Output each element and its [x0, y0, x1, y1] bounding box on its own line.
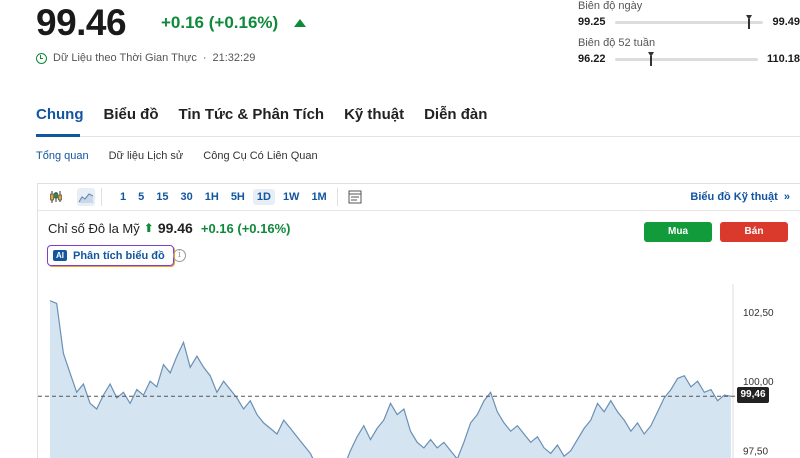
- week52-range-high: 110.18: [766, 53, 800, 65]
- sell-button[interactable]: Bán: [720, 222, 788, 242]
- current-price-tag: 99,46: [737, 387, 769, 404]
- ai-badge-icon: AI: [53, 250, 67, 261]
- week52-range-low: 96.22: [578, 53, 606, 65]
- week52-range-bar: [614, 51, 758, 66]
- timeframe-1m[interactable]: 1M: [307, 189, 330, 205]
- realtime-label: Dữ Liệu theo Thời Gian Thực: [53, 52, 197, 64]
- day-range-marker: [745, 14, 752, 29]
- price-chart[interactable]: 102,50100,0097,50: [38, 284, 800, 458]
- tab-overview[interactable]: Chung: [36, 106, 83, 123]
- realtime-time: 21:32:29: [212, 52, 256, 64]
- price-area-fill: [50, 300, 731, 458]
- instrument-header: Chỉ số Đô la Mỹ ⬆ 99.46 +0.16 (+0.16%): [48, 220, 290, 236]
- chart-toolbar: 1 5 15 30 1H 5H 1D 1W 1M Biểu đồ Kỹ thuậ…: [38, 184, 800, 211]
- y-tick-label: 102,50: [743, 308, 774, 319]
- current-price: 99.46: [36, 2, 127, 43]
- day-range-label: Biên độ ngày: [578, 0, 643, 12]
- tab-forum[interactable]: Diễn đàn: [424, 106, 487, 123]
- timeframe-30[interactable]: 30: [177, 189, 197, 205]
- subtab-historical-data[interactable]: Dữ liệu Lịch sử: [109, 150, 184, 162]
- up-arrow-icon: ⬆: [143, 221, 154, 235]
- clock-icon: [36, 52, 47, 64]
- instrument-name: Chỉ số Đô la Mỹ: [48, 220, 140, 236]
- toolbar-separator: [101, 188, 102, 206]
- instrument-value: 99.46: [157, 220, 193, 236]
- indicator-icon[interactable]: [346, 188, 364, 206]
- y-tick-label: 97,50: [743, 447, 768, 458]
- active-tab-underline: [36, 134, 80, 137]
- instrument-change: +0.16 (+0.16%): [200, 220, 291, 236]
- timeframe-1[interactable]: 1: [116, 189, 130, 205]
- candlestick-icon[interactable]: [47, 188, 65, 206]
- chart-widget: 1 5 15 30 1H 5H 1D 1W 1M Biểu đồ Kỹ thuậ…: [37, 183, 800, 458]
- day-range-high: 99.49: [772, 16, 800, 28]
- tab-chart[interactable]: Biểu đồ: [103, 106, 158, 123]
- area-chart-icon[interactable]: [77, 188, 95, 206]
- timeframe-5[interactable]: 5: [134, 189, 148, 205]
- timeframe-1d[interactable]: 1D: [252, 189, 275, 205]
- tabs-divider: [36, 136, 800, 137]
- timeframe-15[interactable]: 15: [152, 189, 172, 205]
- subtab-summary[interactable]: Tổng quan: [36, 150, 89, 162]
- tab-technical[interactable]: Kỹ thuật: [344, 106, 404, 123]
- day-range: Biên độ ngày 99.25 99.49: [578, 0, 800, 29]
- timeframe-5h[interactable]: 5H: [227, 189, 249, 205]
- ai-chart-analysis-label: Phân tích biểu đồ: [73, 249, 165, 262]
- toolbar-separator: [336, 188, 338, 206]
- technical-chart-link[interactable]: Biểu đồ Kỹ thuật »: [690, 191, 790, 203]
- buy-button[interactable]: Mua: [644, 222, 712, 242]
- day-range-low: 99.25: [578, 16, 606, 28]
- timeframe-1h[interactable]: 1H: [201, 189, 223, 205]
- subtab-related-tools[interactable]: Công Cụ Có Liên Quan: [203, 150, 317, 162]
- tab-news-analysis[interactable]: Tin Tức & Phân Tích: [178, 106, 324, 123]
- day-range-bar: [614, 14, 764, 29]
- info-icon[interactable]: i: [173, 249, 186, 262]
- double-chevron-icon: »: [783, 191, 790, 203]
- timeframe-selector: 1 5 15 30 1H 5H 1D 1W 1M: [116, 189, 331, 205]
- week52-range: Biên độ 52 tuần 96.22 110.18: [578, 37, 800, 66]
- week52-range-label: Biên độ 52 tuần: [578, 37, 656, 49]
- ai-chart-analysis-button[interactable]: AI Phân tích biểu đồ: [47, 245, 174, 266]
- realtime-info: Dữ Liệu theo Thời Gian Thực · 21:32:29: [36, 52, 255, 64]
- price-change: +0.16 (+0.16%): [161, 13, 279, 32]
- timeframe-1w[interactable]: 1W: [279, 189, 304, 205]
- up-triangle-icon: [294, 19, 306, 27]
- week52-range-marker: [647, 51, 654, 66]
- sub-tabs: Tổng quan Dữ liệu Lịch sử Công Cụ Có Liê…: [36, 150, 318, 162]
- time-separator: ·: [202, 52, 207, 64]
- main-tabs: Chung Biểu đồ Tin Tức & Phân Tích Kỹ thu…: [36, 106, 487, 123]
